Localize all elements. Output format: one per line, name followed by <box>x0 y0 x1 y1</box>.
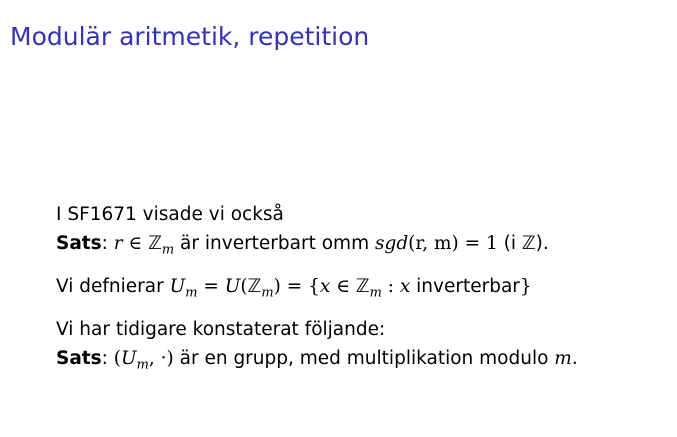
slide-title: Modulär aritmetik, repetition <box>10 22 370 51</box>
colon: : <box>381 276 400 297</box>
element-of-symbol: ∈ <box>330 276 356 297</box>
theorem-label: Sats <box>56 233 102 254</box>
right-paren: ) <box>273 276 281 297</box>
var-x-2: x <box>399 276 411 297</box>
intro-line: I SF1671 visade vi också <box>56 204 284 225</box>
left-paren: ( <box>107 348 122 369</box>
var-U: U <box>121 348 137 369</box>
integers-symbol: ℤ <box>148 233 162 254</box>
integers-symbol-2: ℤ <box>521 233 536 254</box>
paragraph-definition: Vi defnierar Um = U(ℤm) = {x ∈ ℤm : x in… <box>56 272 666 301</box>
var-x: x <box>319 276 331 297</box>
definition-text: Vi defnierar <box>56 276 170 297</box>
modulus-m: m <box>554 348 572 369</box>
var-U: U <box>169 276 186 297</box>
group-text: är en grupp, med multiplikation modulo <box>173 348 555 369</box>
established-line: Vi har tidigare konstaterat följande: <box>56 319 386 340</box>
theorem-invertible-line: Sats: r ∈ ℤm är inverterbart omm sgd(r, … <box>56 233 549 258</box>
integers-symbol-2: ℤ <box>355 276 370 297</box>
integers-symbol: ℤ <box>247 276 262 297</box>
slide-content: I SF1671 visade vi också Sats: r ∈ ℤm är… <box>56 200 666 387</box>
invertible-text: är inverterbart omm <box>174 233 375 254</box>
paragraph-group: Vi har tidigare konstaterat följande: Sa… <box>56 315 666 373</box>
sgd-function: sgd <box>374 233 409 254</box>
closing-text: ). <box>535 233 549 254</box>
var-U-2: U <box>224 276 241 297</box>
subscript-m: m <box>185 285 198 301</box>
theorem-group-line: Sats: (Um, ·) är en grupp, med multiplik… <box>56 348 578 373</box>
subscript-m: m <box>136 357 149 373</box>
definition-line: Vi defnierar Um = U(ℤm) = {x ∈ ℤm : x in… <box>56 272 666 301</box>
left-paren: ( <box>240 276 248 297</box>
subscript-m-3: m <box>369 285 382 301</box>
equals-1: = <box>197 276 225 297</box>
period: . <box>571 348 578 369</box>
subscript-m: m <box>161 242 175 258</box>
in-text: (i <box>497 233 522 254</box>
set-close: } <box>519 276 532 297</box>
paragraph-sf1671: I SF1671 visade vi också Sats: r ∈ ℤm är… <box>56 200 666 258</box>
sgd-arguments: (r, m) = 1 <box>408 233 498 254</box>
var-r: r <box>113 233 123 254</box>
equals-set-open: = { <box>280 276 320 297</box>
dot-operator: , ·) <box>148 348 174 369</box>
invertible-word: inverterbar <box>410 276 520 297</box>
theorem-label-2: Sats <box>56 348 102 369</box>
element-of-symbol: ∈ <box>122 233 149 254</box>
subscript-m-2: m <box>261 285 274 301</box>
